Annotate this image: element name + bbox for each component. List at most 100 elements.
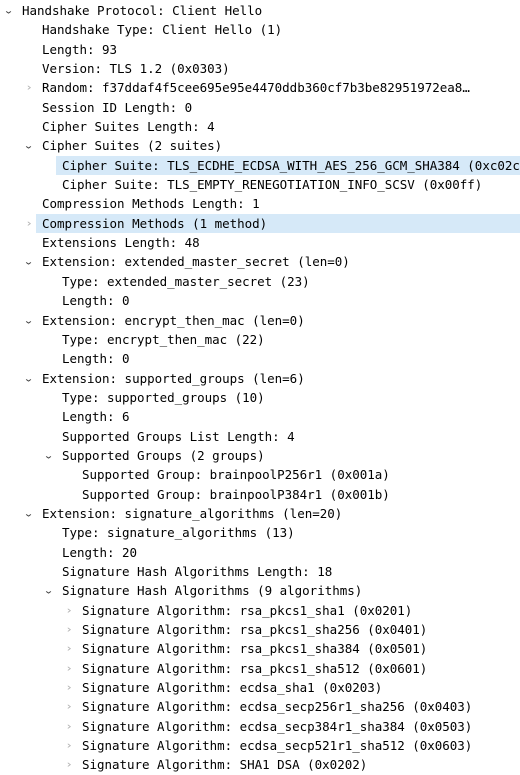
- chevron-right-icon[interactable]: ›: [62, 755, 76, 774]
- chevron-right-icon[interactable]: ›: [62, 659, 76, 678]
- tree-row-label: Version: TLS 1.2 (0x0303): [42, 61, 230, 77]
- chevron-glyph: ›: [66, 701, 72, 713]
- tree-row-label: Compression Methods Length: 1: [42, 196, 260, 212]
- chevron-glyph: ›: [26, 217, 32, 229]
- chevron-right-icon[interactable]: ›: [62, 697, 76, 716]
- tree-row-label: Type: encrypt_then_mac (22): [62, 331, 265, 347]
- chevron-glyph: ⌄: [23, 140, 35, 152]
- tree-row[interactable]: ⌄ Supported Groups (2 groups): [0, 446, 520, 465]
- chevron-down-icon[interactable]: ⌄: [22, 369, 36, 388]
- tree-row[interactable]: › Signature Algorithm: ecdsa_secp384r1_sh…: [0, 717, 520, 736]
- tree-row-label: Compression Methods (1 method): [42, 215, 268, 231]
- tree-row[interactable]: › Signature Algorithm: rsa_pkcs1_sha256 (…: [0, 620, 520, 639]
- chevron-glyph: ⌄: [43, 449, 55, 461]
- chevron-down-icon[interactable]: ⌄: [2, 1, 16, 20]
- tree-row[interactable]: › Random: f37ddaf4f5cee695e95e4470ddb360c…: [0, 78, 520, 97]
- tree-row[interactable]: Length: 0: [0, 291, 520, 310]
- tree-row-label: Cipher Suite: TLS_ECDHE_ECDSA_WITH_AES_2…: [62, 157, 520, 173]
- tree-row-label: Supported Group: brainpoolP384r1 (0x001b…: [82, 486, 390, 502]
- tree-row[interactable]: Type: signature_algorithms (13): [0, 523, 520, 542]
- chevron-right-icon[interactable]: ›: [62, 620, 76, 639]
- chevron-right-icon[interactable]: ›: [62, 717, 76, 736]
- tree-row-label: Extensions Length: 48: [42, 235, 200, 251]
- tree-row-label: Signature Algorithm: rsa_pkcs1_sha1 (0x0…: [82, 602, 413, 618]
- chevron-glyph: ⌄: [23, 372, 35, 384]
- tree-row[interactable]: › Signature Algorithm: rsa_pkcs1_sha1 (0x…: [0, 601, 520, 620]
- tree-row[interactable]: ⌄ Extension: extended_master_secret (len=…: [0, 252, 520, 271]
- tree-row-label: Type: extended_master_secret (23): [62, 273, 310, 289]
- tree-row[interactable]: ⌄ Extension: encrypt_then_mac (len=0): [0, 311, 520, 330]
- chevron-glyph: ›: [66, 662, 72, 674]
- tree-row[interactable]: Type: supported_groups (10): [0, 388, 520, 407]
- tree-row-label: Random: f37ddaf4f5cee695e95e4470ddb360cf…: [42, 80, 470, 96]
- tree-row[interactable]: Supported Group: brainpoolP256r1 (0x001a…: [0, 465, 520, 484]
- tree-row-label: Type: signature_algorithms (13): [62, 525, 295, 541]
- tree-row-label: Cipher Suites (2 suites): [42, 138, 223, 154]
- tree-row[interactable]: Cipher Suite: TLS_EMPTY_RENEGOTIATION_IN…: [0, 175, 520, 194]
- packet-detail-tree[interactable]: ⌄ Handshake Protocol: Client Hello Handsha…: [0, 0, 520, 775]
- tree-row[interactable]: › Signature Algorithm: rsa_pkcs1_sha512 (…: [0, 659, 520, 678]
- chevron-glyph: ›: [66, 624, 72, 636]
- chevron-glyph: ›: [26, 82, 32, 94]
- chevron-glyph: ›: [66, 604, 72, 616]
- tree-row[interactable]: Version: TLS 1.2 (0x0303): [0, 59, 520, 78]
- tree-row-label: Signature Algorithm: SHA1 DSA (0x0202): [82, 757, 368, 773]
- tree-row[interactable]: Session ID Length: 0: [0, 98, 520, 117]
- tree-row[interactable]: Type: extended_master_secret (23): [0, 272, 520, 291]
- chevron-down-icon[interactable]: ⌄: [42, 581, 56, 600]
- tree-row-label: Supported Group: brainpoolP256r1 (0x001a…: [82, 467, 390, 483]
- tree-row[interactable]: Supported Groups List Length: 4: [0, 427, 520, 446]
- tree-row-label: Extension: signature_algorithms (len=20): [42, 505, 343, 521]
- chevron-right-icon[interactable]: ›: [22, 78, 36, 97]
- tree-row-label: Length: 0: [62, 351, 130, 367]
- chevron-right-icon[interactable]: ›: [22, 214, 36, 233]
- chevron-down-icon[interactable]: ⌄: [42, 446, 56, 465]
- tree-row[interactable]: Length: 93: [0, 40, 520, 59]
- tree-row[interactable]: ⌄ Cipher Suites (2 suites): [0, 136, 520, 155]
- tree-row[interactable]: Supported Group: brainpoolP384r1 (0x001b…: [0, 485, 520, 504]
- chevron-down-icon[interactable]: ⌄: [22, 504, 36, 523]
- tree-row[interactable]: › Signature Algorithm: ecdsa_secp521r1_sh…: [0, 736, 520, 755]
- chevron-glyph: ›: [66, 740, 72, 752]
- tree-row-label: Signature Hash Algorithms Length: 18: [62, 563, 333, 579]
- tree-row-label: Supported Groups List Length: 4: [62, 428, 295, 444]
- tree-row-selected[interactable]: Cipher Suite: TLS_ECDHE_ECDSA_WITH_AES_2…: [0, 155, 520, 176]
- tree-row[interactable]: Compression Methods Length: 1: [0, 194, 520, 213]
- tree-row[interactable]: Signature Hash Algorithms Length: 18: [0, 562, 520, 581]
- tree-row[interactable]: ⌄ Handshake Protocol: Client Hello: [0, 1, 520, 20]
- chevron-glyph: ⌄: [23, 256, 35, 268]
- tree-row[interactable]: Length: 20: [0, 543, 520, 562]
- chevron-right-icon[interactable]: ›: [62, 639, 76, 658]
- tree-row-label: Extension: encrypt_then_mac (len=0): [42, 312, 305, 328]
- tree-row[interactable]: Length: 0: [0, 349, 520, 368]
- chevron-right-icon[interactable]: ›: [62, 736, 76, 755]
- tree-row-label: Signature Algorithm: rsa_pkcs1_sha384 (0…: [82, 641, 428, 657]
- tree-row-label: Length: 0: [62, 293, 130, 309]
- tree-row[interactable]: › Signature Algorithm: ecdsa_secp256r1_sh…: [0, 697, 520, 716]
- tree-row[interactable]: Handshake Type: Client Hello (1): [0, 20, 520, 39]
- chevron-down-icon[interactable]: ⌄: [22, 252, 36, 271]
- tree-row[interactable]: Length: 6: [0, 407, 520, 426]
- tree-row-label: Cipher Suites Length: 4: [42, 119, 215, 135]
- tree-row[interactable]: Extensions Length: 48: [0, 233, 520, 252]
- tree-row[interactable]: ⌄ Extension: supported_groups (len=6): [0, 369, 520, 388]
- chevron-down-icon[interactable]: ⌄: [22, 311, 36, 330]
- chevron-glyph: ›: [66, 759, 72, 771]
- chevron-right-icon[interactable]: ›: [62, 601, 76, 620]
- tree-row[interactable]: › Signature Algorithm: rsa_pkcs1_sha384 (…: [0, 639, 520, 658]
- tree-row-label: Type: supported_groups (10): [62, 389, 265, 405]
- tree-row-label: Signature Algorithm: ecdsa_secp384r1_sha…: [82, 718, 473, 734]
- tree-row-label: Length: 6: [62, 409, 130, 425]
- tree-row[interactable]: Cipher Suites Length: 4: [0, 117, 520, 136]
- tree-row[interactable]: ⌄ Extension: signature_algorithms (len=20…: [0, 504, 520, 523]
- tree-row-selected[interactable]: › Compression Methods (1 method): [0, 213, 520, 234]
- tree-row[interactable]: › Signature Algorithm: SHA1 DSA (0x0202): [0, 755, 520, 774]
- tree-row-label: Handshake Type: Client Hello (1): [42, 22, 283, 38]
- chevron-glyph: ⌄: [3, 5, 15, 17]
- tree-row-label: Signature Algorithm: ecdsa_secp256r1_sha…: [82, 699, 473, 715]
- tree-row-label: Cipher Suite: TLS_EMPTY_RENEGOTIATION_IN…: [62, 177, 483, 193]
- chevron-glyph: ⌄: [23, 314, 35, 326]
- tree-row[interactable]: ⌄ Signature Hash Algorithms (9 algorithms…: [0, 581, 520, 600]
- chevron-down-icon[interactable]: ⌄: [22, 136, 36, 155]
- tree-row[interactable]: Type: encrypt_then_mac (22): [0, 330, 520, 349]
